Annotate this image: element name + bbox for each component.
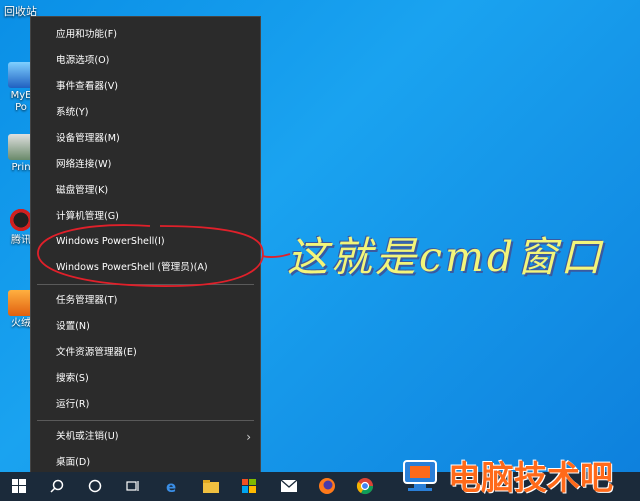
desktop-icon-label: 腾讯 [11,235,31,246]
menu-item-network-connections[interactable]: 网络连接(W) [31,153,260,177]
menu-item-file-explorer[interactable]: 文件资源管理器(E) [31,341,260,365]
winx-context-menu: 应用和功能(F) 电源选项(O) 事件查看器(V) 系统(Y) 设备管理器(M)… [30,16,261,478]
menu-item-run[interactable]: 运行(R) [31,393,260,417]
menu-item-system[interactable]: 系统(Y) [31,101,260,125]
computer-logo-icon [403,460,437,491]
chrome-icon[interactable] [354,475,376,497]
menu-item-event-viewer[interactable]: 事件查看器(V) [31,75,260,99]
menu-item-apps-features[interactable]: 应用和功能(F) [31,23,260,47]
menu-separator [37,284,254,285]
menu-item-device-manager[interactable]: 设备管理器(M) [31,127,260,151]
menu-separator [37,420,254,421]
menu-item-settings[interactable]: 设置(N) [31,315,260,339]
chevron-right-icon: › [246,430,251,444]
cortana-icon[interactable] [84,475,106,497]
search-icon[interactable] [46,475,68,497]
store-icon[interactable] [238,475,260,497]
menu-item-powershell-admin[interactable]: Windows PowerShell (管理员)(A) [31,256,260,280]
desktop-icon-label: Prin [11,162,31,173]
windows-start-icon[interactable] [8,475,30,497]
file-explorer-icon[interactable] [200,475,222,497]
menu-item-search[interactable]: 搜索(S) [31,367,260,391]
menu-item-shutdown-signout[interactable]: 关机或注销(U) › [31,425,260,449]
watermark: 电脑技术吧 [398,451,613,499]
edge-icon[interactable]: e [162,475,184,497]
svg-text:e: e [166,478,176,494]
menu-item-computer-management[interactable]: 计算机管理(G) [31,205,260,229]
watermark-text: 电脑技术吧 [448,458,613,497]
menu-item-label: 关机或注销(U) [56,431,119,442]
menu-item-powershell[interactable]: Windows PowerShell(I) [31,230,260,254]
annotation-text: 这就是cmd窗口 [287,233,605,281]
firefox-icon[interactable] [316,475,338,497]
desktop-icon-label: 火绒 [11,318,31,329]
mail-icon[interactable] [278,475,300,497]
menu-item-power-options[interactable]: 电源选项(O) [31,49,260,73]
menu-item-disk-management[interactable]: 磁盘管理(K) [31,179,260,203]
menu-item-task-manager[interactable]: 任务管理器(T) [31,289,260,313]
desktop-icon-label: MyE Po [10,90,32,113]
task-view-icon[interactable] [122,475,144,497]
